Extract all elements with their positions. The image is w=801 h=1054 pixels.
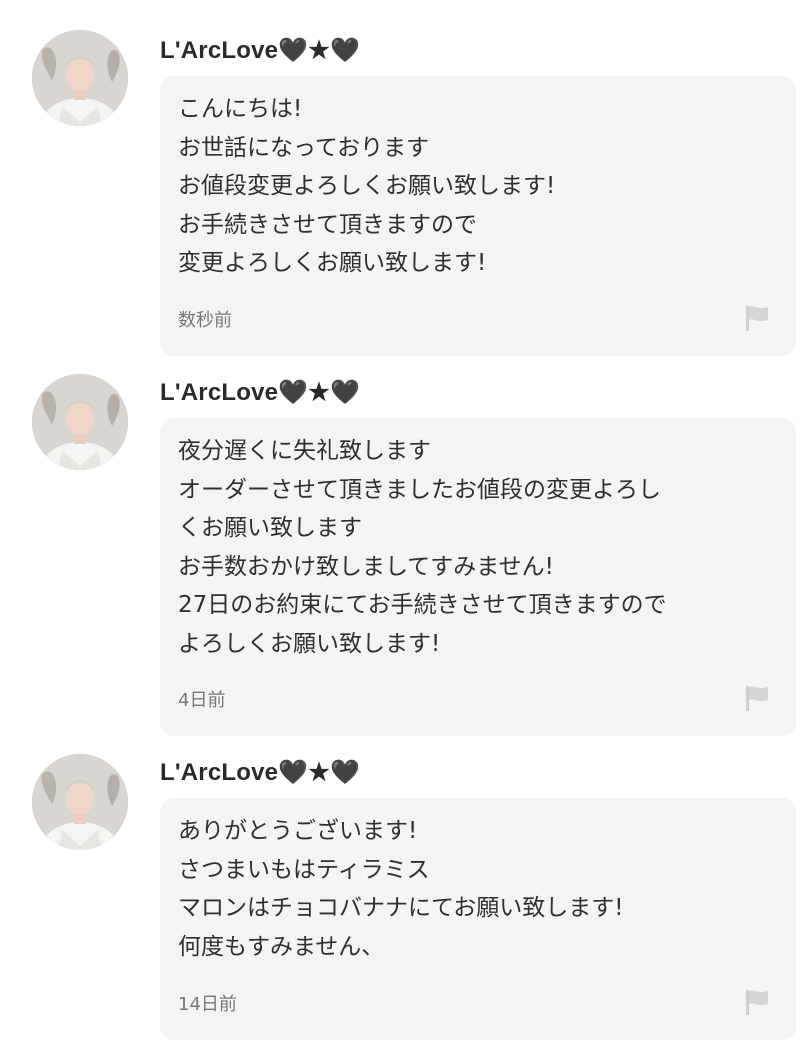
comment-item: L'ArcLove🖤★🖤 夜分遅くに失礼致します オーダーさせて頂きましたお値段… bbox=[0, 360, 801, 740]
comment-item: L'ArcLove🖤★🖤 ありがとうございます! さつまいもはティラミス マロン… bbox=[0, 740, 801, 1040]
comment-bubble: 夜分遅くに失礼致します オーダーさせて頂きましたお値段の変更よろし くお願い致し… bbox=[160, 418, 796, 736]
comment-bubble: ありがとうございます! さつまいもはティラミス マロンはチョコバナナにてお願い致… bbox=[160, 798, 796, 1040]
comment-message: 夜分遅くに失礼致します オーダーさせて頂きましたお値段の変更よろし くお願い致し… bbox=[178, 438, 667, 657]
avatar-portrait bbox=[32, 374, 128, 470]
comment-timestamp: 数秒前 bbox=[178, 310, 232, 331]
user-avatar[interactable] bbox=[32, 754, 128, 850]
avatar-portrait bbox=[32, 30, 128, 126]
user-avatar[interactable] bbox=[32, 374, 128, 470]
comment-username[interactable]: L'ArcLove🖤★🖤 bbox=[160, 758, 360, 787]
flag-icon[interactable] bbox=[744, 988, 770, 1016]
comment-thread: L'ArcLove🖤★🖤 こんにちは! お世話になっております お値段変更よろし… bbox=[0, 0, 801, 1054]
comment-bubble: こんにちは! お世話になっております お値段変更よろしくお願い致します! お手続… bbox=[160, 76, 796, 356]
flag-icon[interactable] bbox=[744, 304, 770, 332]
comment-message: こんにちは! お世話になっております お値段変更よろしくお願い致します! お手続… bbox=[178, 96, 556, 276]
comment-message: ありがとうございます! さつまいもはティラミス マロンはチョコバナナにてお願い致… bbox=[178, 818, 624, 960]
comment-item: L'ArcLove🖤★🖤 こんにちは! お世話になっております お値段変更よろし… bbox=[0, 0, 801, 360]
user-avatar[interactable] bbox=[32, 30, 128, 126]
comment-username[interactable]: L'ArcLove🖤★🖤 bbox=[160, 36, 360, 65]
comment-username[interactable]: L'ArcLove🖤★🖤 bbox=[160, 378, 360, 407]
comment-timestamp: 4日前 bbox=[178, 690, 226, 711]
avatar-portrait bbox=[32, 754, 128, 850]
flag-icon[interactable] bbox=[744, 684, 770, 712]
comment-timestamp: 14日前 bbox=[178, 994, 237, 1015]
